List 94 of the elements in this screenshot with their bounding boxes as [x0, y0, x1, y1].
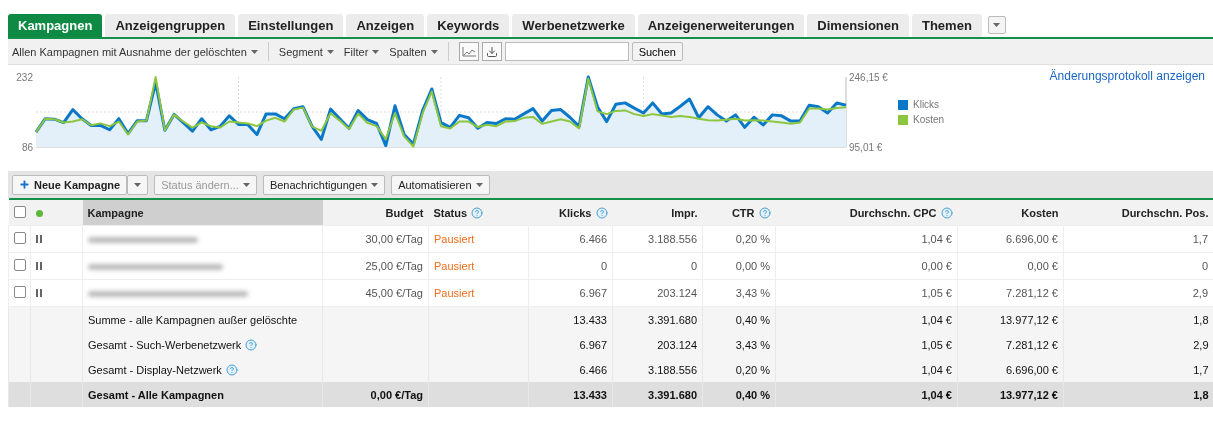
caret-icon: [326, 49, 334, 54]
row-checkbox[interactable]: [14, 286, 26, 298]
tab[interactable]: Anzeigengruppen: [105, 14, 236, 37]
table-cell: 1,8: [1063, 382, 1213, 407]
menu-dropdown[interactable]: Filter: [343, 45, 380, 58]
tab[interactable]: Kampagnen: [8, 14, 103, 37]
table-cell: 0: [612, 252, 703, 280]
caret-icon: [134, 182, 142, 187]
column-header[interactable]: Budget: [322, 199, 429, 226]
status-dot-icon: [35, 209, 43, 217]
pause-icon: [36, 289, 42, 297]
tab[interactable]: Anzeigen: [346, 14, 425, 37]
caret-icon: [250, 49, 258, 54]
table-cell: 45,00 €/Tag: [322, 279, 429, 307]
help-icon[interactable]: [225, 363, 238, 376]
search-button[interactable]: Suchen: [631, 42, 683, 61]
table-cell: 13.977,12 €: [957, 382, 1064, 407]
legend-label: Kosten: [913, 114, 945, 125]
caret-icon: [371, 182, 379, 187]
status-cell: Pausiert: [428, 252, 529, 280]
table-cell: 25,00 €/Tag: [322, 252, 429, 280]
legend-label: Klicks: [913, 99, 940, 110]
table-cell: 3.188.556: [612, 225, 703, 253]
line-chart-icon: [461, 46, 476, 57]
column-header[interactable]: Kosten: [957, 199, 1064, 226]
table-cell: 0,00 %: [702, 252, 776, 280]
status-cell: Pausiert: [428, 279, 529, 307]
table-cell: 0,40 %: [702, 382, 776, 407]
new-campaign-button[interactable]: Neue Kampagne: [12, 174, 128, 195]
tab[interactable]: Einstellungen: [238, 14, 344, 37]
download-icon: [485, 45, 498, 58]
dropdown-button[interactable]: [127, 174, 149, 195]
table-cell: 6.696,00 €: [957, 225, 1064, 253]
plus-icon: [19, 179, 30, 190]
caret-icon: [475, 182, 483, 187]
pause-icon: [36, 262, 42, 270]
table-cell: 203.124: [612, 279, 703, 307]
help-icon[interactable]: [245, 338, 258, 351]
table-cell: 0,20 %: [702, 225, 776, 253]
caret-icon: [372, 49, 380, 54]
table-cell: 7.281,12 €: [957, 279, 1064, 307]
table-cell: 0: [528, 252, 613, 280]
caret-icon: [430, 49, 438, 54]
search-field[interactable]: [504, 42, 629, 61]
column-header[interactable]: Status: [428, 199, 529, 226]
menu-dropdown[interactable]: Segment: [278, 45, 334, 58]
caret-icon: [242, 182, 250, 187]
table-cell: 0,00 €/Tag: [322, 382, 429, 407]
view-filter-dropdown[interactable]: Allen Kampagnen mit Ausnahme der gelöschten: [12, 45, 258, 58]
pause-icon: [36, 235, 42, 243]
more-tabs-button[interactable]: [987, 16, 1006, 34]
help-icon[interactable]: [471, 206, 484, 219]
chart-toggle-button[interactable]: [458, 42, 479, 61]
table-cell: 1,05 €: [775, 279, 958, 307]
tab[interactable]: Werbenetzwerke: [512, 14, 635, 37]
action-dropdown[interactable]: Benachrichtigungen: [262, 174, 386, 195]
table-cell: 1,04 €: [775, 382, 958, 407]
column-header[interactable]: Klicks: [528, 199, 613, 226]
axis-tick-label: 246,15 €: [849, 72, 888, 83]
tab[interactable]: Themen: [912, 14, 982, 37]
table-cell: 3.391.680: [612, 382, 703, 407]
select-all-checkbox[interactable]: [13, 205, 26, 218]
table-cell: 1,7: [1063, 225, 1213, 253]
column-header[interactable]: Durchschn. Pos.: [1063, 199, 1213, 226]
row-checkbox[interactable]: [14, 259, 26, 271]
summary-label: Gesamt - Alle Kampagnen: [82, 382, 323, 407]
status-cell: Pausiert: [428, 225, 529, 253]
axis-tick-label: 86: [21, 142, 33, 153]
axis-tick-label: 95,01 €: [849, 142, 883, 153]
table-cell: 1,04 €: [775, 225, 958, 253]
tab[interactable]: Keywords: [427, 14, 510, 37]
help-icon[interactable]: [595, 206, 608, 219]
change-history-link[interactable]: Änderungsprotokoll anzeigen: [1049, 69, 1205, 83]
table-cell: 13.433: [528, 382, 613, 407]
tab[interactable]: Anzeigenerweiterungen: [637, 14, 805, 37]
help-icon[interactable]: [940, 206, 953, 219]
help-icon[interactable]: [758, 206, 771, 219]
tab[interactable]: Dimensionen: [807, 14, 909, 37]
column-header[interactable]: Durchschn. CPC: [775, 199, 958, 226]
column-header[interactable]: Kampagne: [82, 199, 323, 226]
table-cell: 6.967: [528, 279, 613, 307]
row-checkbox[interactable]: [14, 232, 26, 244]
table-cell: 0,00 €: [775, 252, 958, 280]
table-cell: 0,00 €: [957, 252, 1064, 280]
menu-dropdown[interactable]: Spalten: [389, 45, 438, 58]
caret-icon: [993, 23, 1001, 27]
download-button[interactable]: [481, 42, 502, 61]
table-cell: 3,43 %: [702, 279, 776, 307]
table-cell: 6.466: [528, 225, 613, 253]
table-cell: 30,00 €/Tag: [322, 225, 429, 253]
column-header[interactable]: Impr.: [612, 199, 703, 226]
axis-tick-label: 232: [16, 72, 33, 83]
action-dropdown[interactable]: Automatisieren: [391, 174, 490, 195]
column-header[interactable]: CTR: [702, 199, 776, 226]
